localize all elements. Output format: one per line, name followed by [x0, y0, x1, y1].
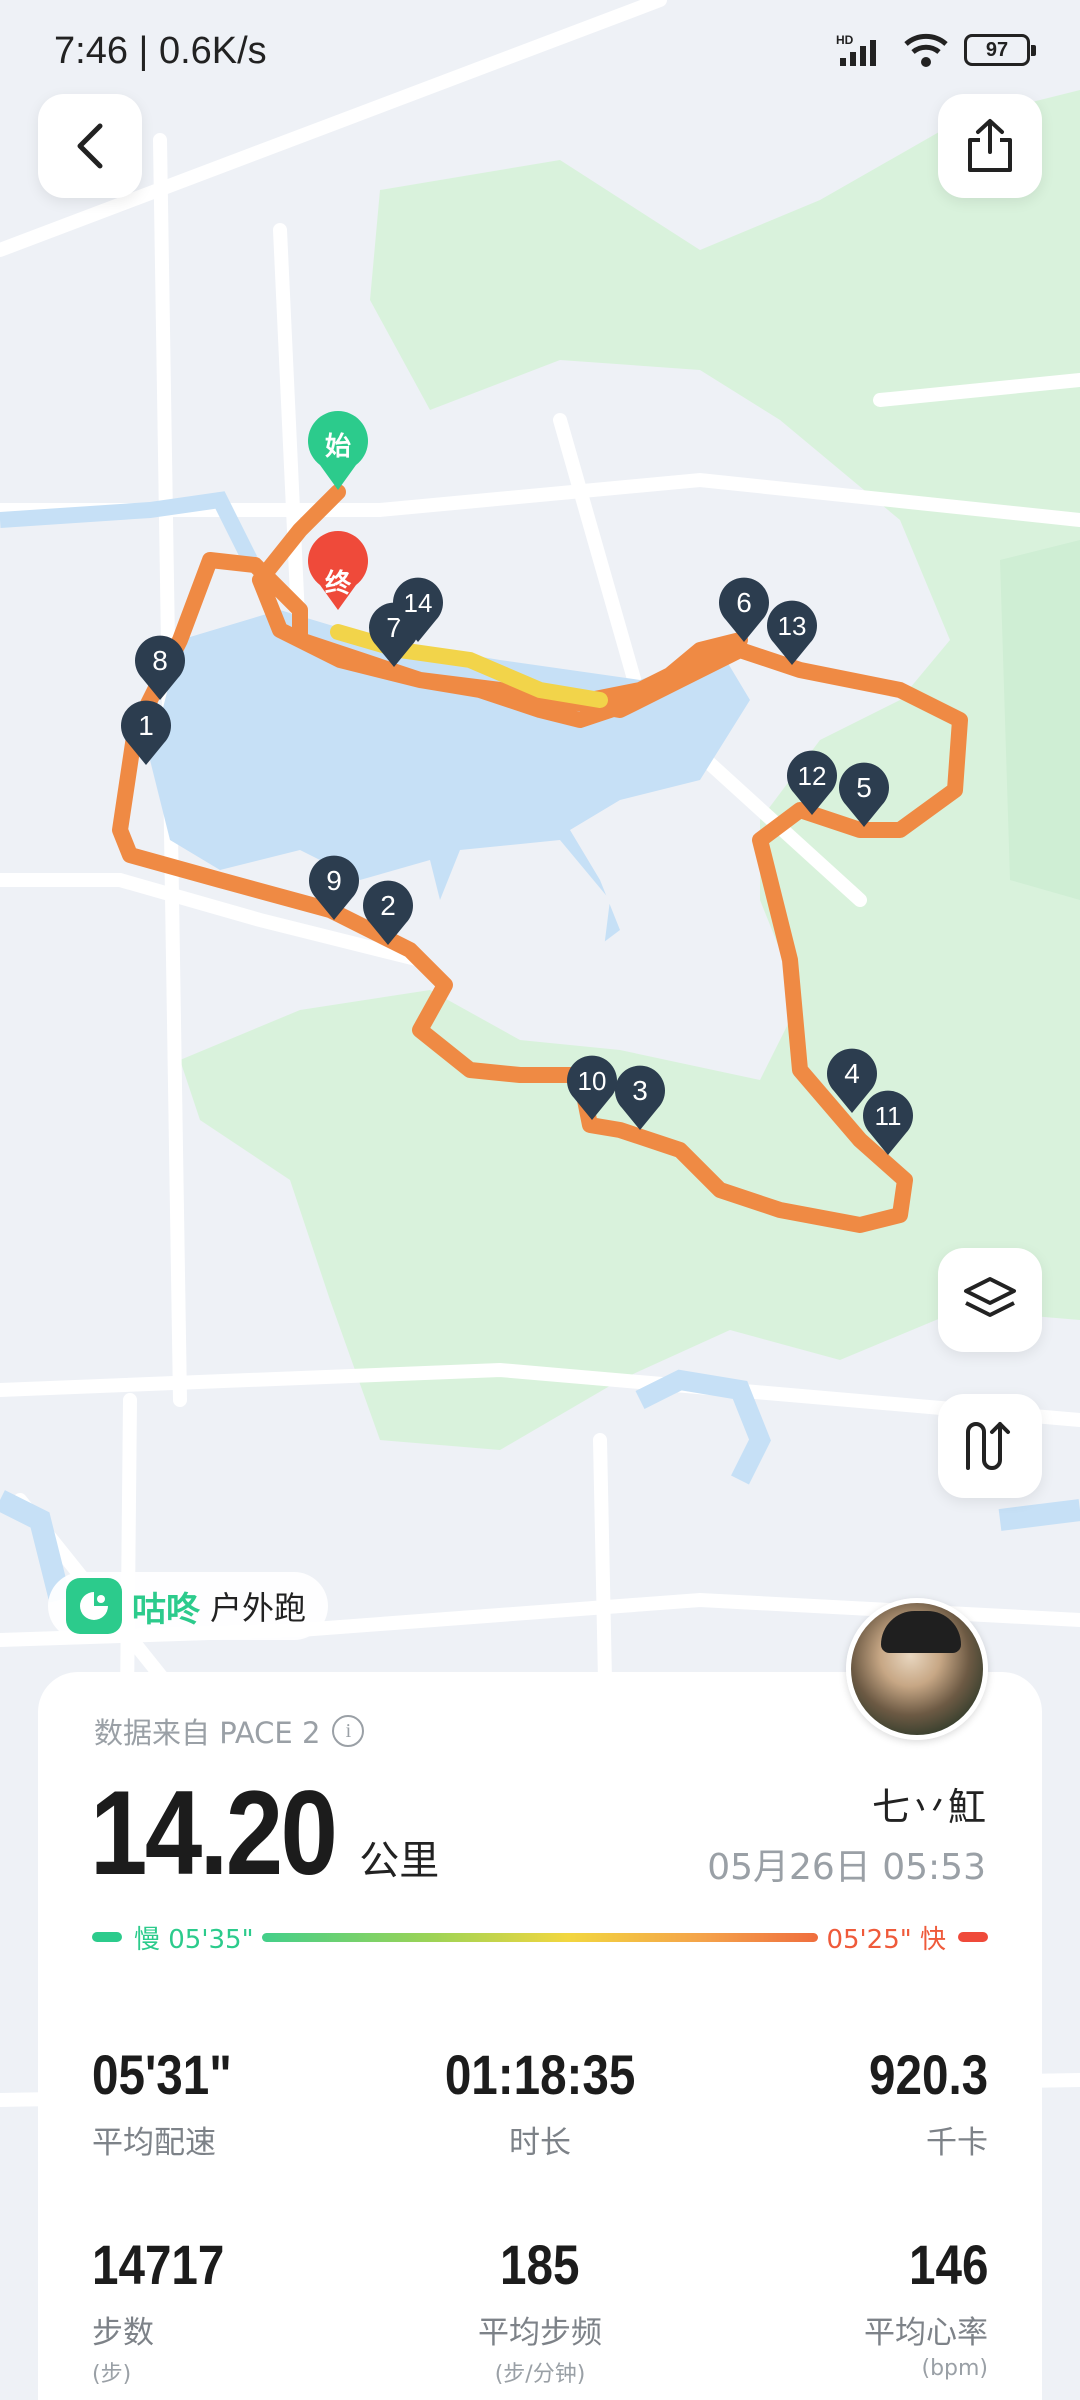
distance: 14.20 公里 — [90, 1764, 439, 1902]
km-marker-label: 11 — [875, 1101, 902, 1131]
data-source-label: 数据来自 PACE 2 — [94, 1716, 321, 1750]
elevation-button[interactable] — [938, 1394, 1042, 1498]
stats-row: 14717 步数 (步) 185 平均步频 (步/分钟) 146 平均心率 (b… — [92, 2232, 988, 2400]
info-icon[interactable]: i — [332, 1715, 365, 1747]
stat-label: 平均步频 — [478, 2315, 602, 2351]
username[interactable]: 七丷魟 — [872, 1776, 986, 1831]
fast-pace-swatch — [958, 1932, 988, 1942]
km-marker-label: 14 — [404, 588, 433, 618]
km-marker-label: 2 — [380, 890, 396, 921]
chevron-left-icon — [77, 123, 103, 169]
fast-pace-label: 05'25" 快 — [826, 1924, 946, 1955]
km-marker-label: 12 — [798, 761, 827, 791]
brand-chip: 咕咚 户外跑 — [48, 1572, 329, 1640]
stat-value: 14717 — [92, 2233, 225, 2296]
distance-value: 14.20 — [90, 1766, 338, 1900]
stat-unit: (步) — [92, 2362, 132, 2387]
pace-legend: 慢 05'35" 05'25" 快 — [92, 1910, 988, 1964]
svg-text:终: 终 — [325, 568, 352, 599]
stat-label: 平均心率 — [864, 2315, 989, 2351]
stat-label: 步数 — [92, 2315, 154, 2351]
stat-label: 平均配速 — [92, 2125, 216, 2161]
signal-icon: HD — [836, 33, 876, 66]
status-bar: 7:46 | 0.6K/s HD 97 — [0, 0, 1080, 110]
stat-cadence: 185 平均步频 (步/分钟) — [391, 2232, 690, 2400]
distance-unit: 公里 — [359, 1838, 440, 1884]
brand-name: 咕咚 — [132, 1589, 200, 1630]
km-marker-label: 5 — [856, 772, 872, 803]
share-button[interactable] — [938, 94, 1042, 198]
codoon-logo-icon — [66, 1578, 122, 1634]
share-icon — [968, 119, 1012, 172]
svg-text:HD: HD — [836, 33, 854, 47]
layers-button[interactable] — [938, 1248, 1042, 1352]
stat-unit: (步/分钟) — [494, 2362, 586, 2387]
stat-unit: (bpm) — [921, 2356, 989, 2381]
stat-steps: 14717 步数 (步) — [92, 2232, 391, 2400]
stat-avg-pace: 05'31" 平均配速 — [92, 2042, 391, 2232]
km-marker-label: 13 — [778, 611, 807, 641]
summary-card: 数据来自 PACE 2 i 14.20 公里 七丷魟 05月26日 05:53 … — [38, 1672, 1042, 2400]
km-marker-label: 3 — [632, 1075, 648, 1106]
stat-heart-rate: 146 平均心率 (bpm) — [689, 2232, 988, 2400]
pace-gradient — [261, 1932, 819, 1942]
stat-calories: 920.3 千卡 — [689, 2042, 988, 2232]
km-marker-label: 9 — [326, 865, 342, 896]
slow-pace-label: 慢 05'35" — [134, 1924, 254, 1955]
run-datetime: 05月26日 05:53 — [707, 1847, 986, 1888]
stat-label: 时长 — [509, 2125, 571, 2161]
river-3 — [998, 1499, 1080, 1531]
km-marker-label: 1 — [138, 710, 154, 741]
svg-text:始: 始 — [325, 432, 351, 462]
wave-route-icon — [966, 1422, 1010, 1470]
slow-pace-swatch — [92, 1932, 122, 1942]
stat-value: 05'31" — [92, 2043, 232, 2106]
stats-row: 05'31" 平均配速 01:18:35 时长 920.3 千卡 — [92, 2042, 988, 2232]
battery-icon: 97 — [964, 34, 1036, 66]
park-area-2 — [1000, 540, 1080, 900]
km-marker-label: 6 — [736, 587, 752, 618]
status-time: 7:46 | 0.6K/s — [54, 30, 267, 72]
stat-value: 185 — [500, 2233, 580, 2296]
back-button[interactable] — [38, 94, 142, 198]
km-marker-label: 8 — [152, 645, 168, 676]
stat-value: 920.3 — [868, 2043, 989, 2106]
avatar[interactable] — [846, 1598, 988, 1740]
km-marker-label: 4 — [844, 1058, 860, 1089]
status-icons: HD 97 — [836, 32, 1036, 68]
activity-type: 户外跑 — [210, 1589, 307, 1627]
km-marker-label: 10 — [578, 1066, 607, 1096]
data-source: 数据来自 PACE 2 i — [94, 1710, 365, 1752]
stat-value: 146 — [908, 2233, 989, 2296]
stat-duration: 01:18:35 时长 — [391, 2042, 690, 2232]
layers-icon — [964, 1277, 1016, 1317]
stat-label: 千卡 — [926, 2125, 989, 2161]
wifi-icon — [904, 33, 948, 67]
stats-grid: 05'31" 平均配速 01:18:35 时长 920.3 千卡 14717 步… — [92, 2042, 988, 2400]
stat-value: 01:18:35 — [444, 2043, 636, 2106]
